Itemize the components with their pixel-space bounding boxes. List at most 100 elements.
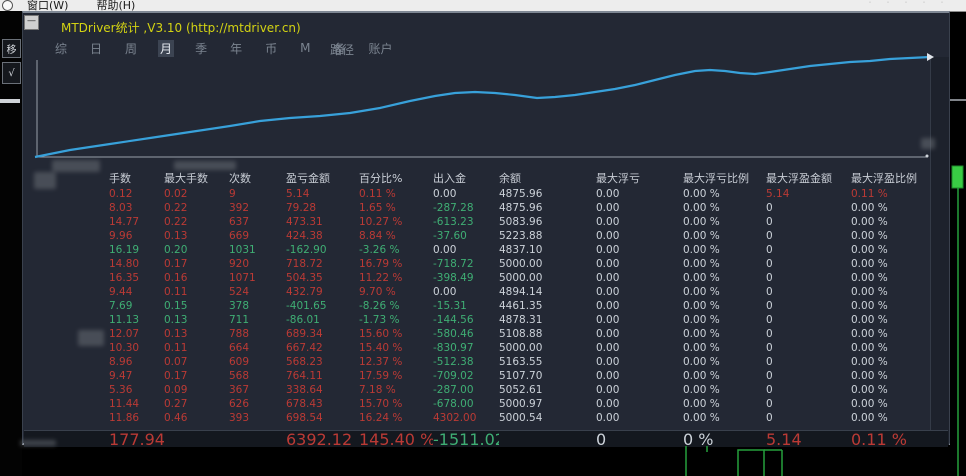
menu-window[interactable]: 窗口(W) [27,0,68,11]
tab-月[interactable]: 月 [158,39,175,57]
table-cell: 0.00 % [851,258,888,270]
redacted-blur [174,161,236,170]
table-cell: 0.00 [433,188,457,200]
table-cell: 0.00 % [683,244,720,256]
table-cell: 920 [229,258,250,270]
table-cell: 0.16 [164,272,188,284]
table-row[interactable]: 5.36 0.09 367 338.64 7.18 % -287.00 5052.61 0.0… [109,383,931,397]
tab-季[interactable]: 季 [193,40,209,57]
path-button[interactable]: 路径 [330,41,354,58]
table-row[interactable]: 14.77 0.22 637 473.31 10.27 % -613.23 5083.96 0… [109,215,931,229]
table-cell: 16.79 % [359,258,403,270]
table-row[interactable]: 11.44 0.27 626 678.43 15.70 % -678.00 5000.97 0… [109,397,931,411]
table-cell: 0.00 % [683,188,720,200]
table-cell: -287.00 [433,384,474,396]
panel-right-gutter [930,57,949,445]
table-cell: 0.00 % [683,286,720,298]
table-cell: 0.00 [596,216,620,228]
column-header: 最大浮亏比例 [683,172,749,185]
table-cell: 15.70 % [359,398,403,410]
table-row[interactable]: 9.96 0.13 669 424.38 8.84 % -37.60 5223.88 0.00… [109,229,931,243]
table-cell: -86.01 [286,314,320,326]
tab-账户[interactable]: 账户 [366,40,394,57]
table-cell: 0.00 [433,244,457,256]
column-header: 百分比% [359,172,403,185]
table-row[interactable]: 16.35 0.16 1071 504.35 11.22 % -398.49 5000.00… [109,271,931,285]
table-cell: 0.13 [164,230,188,242]
table-row[interactable]: 10.30 0.11 664 667.42 15.40 % -830.97 5000.00 0… [109,341,931,355]
table-cell: 17.59 % [359,370,403,382]
table-row[interactable]: 8.96 0.07 609 568.23 12.37 % -512.38 5163.55 0.… [109,355,931,369]
tab-日[interactable]: 日 [88,40,104,57]
tab-年[interactable]: 年 [228,40,244,57]
table-cell: -401.65 [286,300,327,312]
clipped-toolbar-icon[interactable] [2,0,13,11]
table-cell: 667.42 [286,342,323,354]
table-row[interactable]: 0.12 0.02 9 5.14 0.11 % 0.00 4875.96 0.00 0.00 %… [109,187,931,201]
table-cell: -580.46 [433,328,474,340]
table-cell: 5223.88 [499,230,543,242]
table-cell: 0.00 % [851,314,888,326]
panel-collapse-button[interactable]: — [24,15,39,30]
table-cell: 10.27 % [359,216,403,228]
table-cell: 11.44 [109,398,140,410]
tab-M[interactable]: M [298,41,312,55]
table-cell: 0 [766,286,773,298]
tab-币[interactable]: 币 [263,40,279,57]
table-cell: 0.00 [596,272,620,284]
table-row[interactable]: 8.03 0.22 392 79.28 1.65 % -287.28 4875.96 0.00… [109,201,931,215]
table-cell: 473.31 [286,216,323,228]
table-cell: 711 [229,314,250,326]
table-cell: 0 [766,258,773,270]
table-cell: 8.84 % [359,230,396,242]
check-tool-button[interactable]: √ [2,62,21,84]
table-cell: -37.60 [433,230,467,242]
tab-周[interactable]: 周 [123,40,139,57]
table-cell: 4461.35 [499,300,543,312]
redacted-blur [20,440,56,446]
menu-help[interactable]: 帮助(H) [96,0,135,11]
table-cell: 0 [766,342,773,354]
table-cell: 8.03 [109,202,133,214]
table-row[interactable]: 9.47 0.17 568 764.11 17.59 % -709.02 5107.70 0.… [109,369,931,383]
table-cell: 0 [766,230,773,242]
table-cell: 11.86 [109,412,140,424]
table-cell: 0.00 % [683,384,720,396]
table-cell: 0.17 [164,258,188,270]
table-cell: 0.00 % [851,230,888,242]
table-cell: 5000.00 [499,272,543,284]
table-row[interactable]: 14.80 0.17 920 718.72 16.79 % -718.72 5000.00 0… [109,257,931,271]
tab-综[interactable]: 综 [53,40,69,57]
table-cell: 9 [229,188,236,200]
table-cell: -678.00 [433,398,474,410]
table-cell: -398.49 [433,272,474,284]
table-cell: 0.00 % [683,216,720,228]
table-cell: 0 [766,370,773,382]
table-cell: 0.00 % [851,398,888,410]
table-cell: 0.22 [164,202,188,214]
table-cell: -144.56 [433,314,474,326]
table-row[interactable]: 9.44 0.11 524 432.79 9.70 % 0.00 4894.14 0.00 0.… [109,285,931,299]
table-cell: 0.00 % [851,202,888,214]
table-cell: 12.07 [109,328,140,340]
table-cell: 626 [229,398,250,410]
table-cell: 0.00 % [683,412,720,424]
table-row[interactable]: 11.13 0.13 711 -86.01 -1.73 % -144.56 4878.31 0… [109,313,931,327]
table-cell: 393 [229,412,250,424]
table-cell [164,432,229,447]
table-row[interactable]: 12.07 0.13 788 689.34 15.60 % -580.46 5108.88 0… [109,327,931,341]
table-cell: 5.36 [109,384,133,396]
table-cell: 0.00 % [851,300,888,312]
move-tool-button[interactable]: 移 [2,39,21,58]
table-cell: 4878.31 [499,314,543,326]
table-cell: 15.60 % [359,328,403,340]
table-row[interactable]: 11.86 0.46 393 698.54 16.24 % 4302.00 5000.54 0… [109,411,931,425]
table-cell: 669 [229,230,250,242]
table-row[interactable]: 7.69 0.15 378 -401.65 -8.26 % -15.31 4461.35 0.… [109,299,931,313]
column-header: 手数 [109,172,131,185]
table-cell: -3.26 % [359,244,400,256]
table-row[interactable]: 16.19 0.20 1031 -162.90 -3.26 % 0.00 4837.10 0.… [109,243,931,257]
table-cell: 0.22 [164,216,188,228]
table-cell: 524 [229,286,250,298]
table-cell: 0.00 [596,202,620,214]
